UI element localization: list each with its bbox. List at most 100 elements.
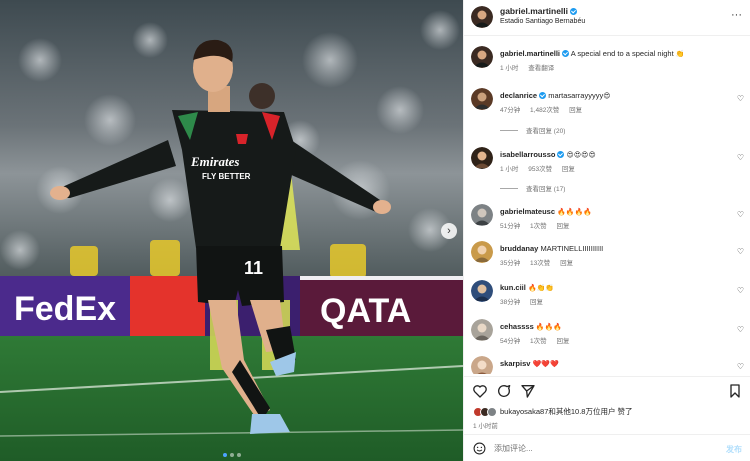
comment-username[interactable]: kun.ciil <box>500 283 526 292</box>
comment-username[interactable]: gabrielmateusc <box>500 207 555 216</box>
comment-username[interactable]: skarpisv <box>500 359 530 368</box>
comment-emoji: 🔥👏👏 <box>527 284 555 292</box>
comment-text: kun.ciil 🔥👏👏 <box>500 283 554 292</box>
comment-like-count[interactable]: 13次赞 <box>530 260 550 267</box>
commenter-avatar[interactable] <box>471 319 493 341</box>
commenter-avatar[interactable] <box>471 88 493 110</box>
comment-like-heart-icon[interactable]: ♡ <box>737 247 744 256</box>
caption-time: 1 小时 <box>500 65 519 72</box>
reply-link[interactable]: 回复 <box>530 299 543 306</box>
carousel-dots <box>0 453 463 457</box>
comment-time: 1 小时 <box>500 166 519 173</box>
comment-meta: 51分钟 1次赞 回复 <box>500 220 577 230</box>
bookmark-icon[interactable] <box>727 383 743 399</box>
next-media-button[interactable]: › <box>441 223 457 239</box>
carousel-dot <box>236 453 241 457</box>
post-side-panel: gabriel.martinelli Estadio Santiago Bern… <box>463 0 750 461</box>
comment-emoji: 🔥🔥🔥 <box>535 323 563 331</box>
add-comment-input[interactable] <box>494 441 694 455</box>
likes-text[interactable]: bukayosaka87和其他10.8万位用户 赞了 <box>500 406 633 417</box>
commenter-avatar[interactable] <box>471 147 493 169</box>
comment-meta: 38分钟 回复 <box>500 296 551 306</box>
comment-like-heart-icon[interactable]: ♡ <box>737 94 744 103</box>
author-avatar[interactable] <box>471 6 493 28</box>
caption-emoji: 👏 <box>675 50 685 58</box>
comment-body: MARTINELLIIIIIIIIII <box>540 244 604 253</box>
reply-link[interactable]: 回复 <box>569 107 582 114</box>
commenter-avatar[interactable] <box>471 241 493 263</box>
author-username[interactable]: gabriel.martinelli <box>500 6 578 16</box>
comment-icon[interactable] <box>496 383 512 399</box>
sponsor-line2: FLY BETTER <box>202 172 251 181</box>
comment-time: 51分钟 <box>500 223 521 230</box>
verified-icon <box>562 50 570 57</box>
comments-list[interactable]: gabriel.martinelli A special end to a sp… <box>464 36 750 374</box>
caption-body: A special end to a special night <box>570 49 674 58</box>
comment-text: gabrielmateusc 🔥🔥🔥🔥 <box>500 207 592 216</box>
comment-emoji: ❤️❤️❤️ <box>532 360 559 368</box>
comment-like-heart-icon[interactable]: ♡ <box>737 153 744 162</box>
verified-icon <box>539 92 547 99</box>
view-replies-link[interactable]: 查看回复 (17) <box>500 183 565 193</box>
comment-meta: 54分钟 1次赞 回复 <box>500 335 577 345</box>
view-replies-link[interactable]: 查看回复 (20) <box>500 125 565 135</box>
caption-text: gabriel.martinelli A special end to a sp… <box>500 49 685 58</box>
comment-like-heart-icon[interactable]: ♡ <box>737 210 744 219</box>
comment-emoji: 😍 <box>603 92 611 100</box>
post-photo: FedEx QATA 11 Emirates FLY BETTER <box>0 0 463 461</box>
comment-time: 35分钟 <box>500 260 521 267</box>
board-left-text: FedEx <box>14 290 116 328</box>
comment-username[interactable]: isabellarrousso <box>500 150 555 159</box>
reply-link[interactable]: 回复 <box>556 223 569 230</box>
reply-link[interactable]: 回复 <box>560 260 573 267</box>
comment-like-count[interactable]: 1次赞 <box>530 338 547 345</box>
verified-icon <box>557 151 565 158</box>
heart-icon[interactable] <box>472 383 488 399</box>
comment-time: 54分钟 <box>500 338 521 345</box>
comment-like-heart-icon[interactable]: ♡ <box>737 286 744 295</box>
verified-icon <box>570 8 578 15</box>
carousel-dot <box>229 453 234 457</box>
board-right-text: QATA <box>320 292 411 330</box>
comment-text: bruddanay MARTINELLIIIIIIIIII <box>500 244 603 253</box>
emoji-picker-icon[interactable] <box>473 442 486 455</box>
comment-text: skarpisv ❤️❤️❤️ <box>500 359 559 368</box>
comment-emoji: 🔥🔥🔥🔥 <box>557 208 592 216</box>
reply-link[interactable]: 回复 <box>562 166 575 173</box>
instagram-post-view: FedEx QATA 11 Emirates FLY BETTER › gabr… <box>0 0 750 461</box>
reply-link[interactable]: 回复 <box>556 338 569 345</box>
see-translation-link[interactable]: 查看翻译 <box>528 65 554 72</box>
comment-username[interactable]: bruddanay <box>500 244 538 253</box>
commenter-avatar[interactable] <box>471 356 493 374</box>
caption-meta: 1 小时 查看翻译 <box>500 62 562 72</box>
comment-username[interactable]: cehassss <box>500 322 534 331</box>
share-icon[interactable] <box>520 383 536 399</box>
comment-like-count[interactable]: 1次赞 <box>530 223 547 230</box>
author-username-text[interactable]: gabriel.martinelli <box>500 6 568 16</box>
caption-username[interactable]: gabriel.martinelli <box>500 49 560 58</box>
comment-emoji: 😍😍😍😍 <box>566 151 596 159</box>
post-comment-button[interactable]: 发布 <box>726 444 742 455</box>
more-options-icon[interactable]: ··· <box>731 9 742 21</box>
author-avatar[interactable] <box>471 46 493 68</box>
sponsor-line1: Emirates <box>190 154 239 169</box>
commenter-avatar[interactable] <box>471 204 493 226</box>
shorts-number: 11 <box>244 258 263 278</box>
comment-like-heart-icon[interactable]: ♡ <box>737 362 744 371</box>
post-media[interactable]: FedEx QATA 11 Emirates FLY BETTER › <box>0 0 463 461</box>
comment-like-count[interactable]: 953次赞 <box>528 166 552 173</box>
comment-text: declanrice martasarrayyyyy😍 <box>500 91 611 100</box>
likes-summary[interactable]: bukayosaka87和其他10.8万位用户 赞了 <box>473 406 633 417</box>
post-location[interactable]: Estadio Santiago Bernabéu <box>500 18 585 25</box>
post-header: gabriel.martinelli Estadio Santiago Bern… <box>464 0 750 36</box>
comment-like-heart-icon[interactable]: ♡ <box>737 325 744 334</box>
comment-like-count[interactable]: 1,482次赞 <box>530 107 559 114</box>
comment-meta: 1 小时 953次赞 回复 <box>500 163 583 173</box>
comment-meta: 47分钟 1,482次赞 回复 <box>500 104 590 114</box>
add-comment-bar: 发布 <box>464 434 750 461</box>
comment-text: isabellarrousso 😍😍😍😍 <box>500 150 596 159</box>
comment-username[interactable]: declanrice <box>500 91 537 100</box>
carousel-dot <box>222 453 227 457</box>
commenter-avatar[interactable] <box>471 280 493 302</box>
post-timestamp: 1 小时前 <box>473 423 498 430</box>
